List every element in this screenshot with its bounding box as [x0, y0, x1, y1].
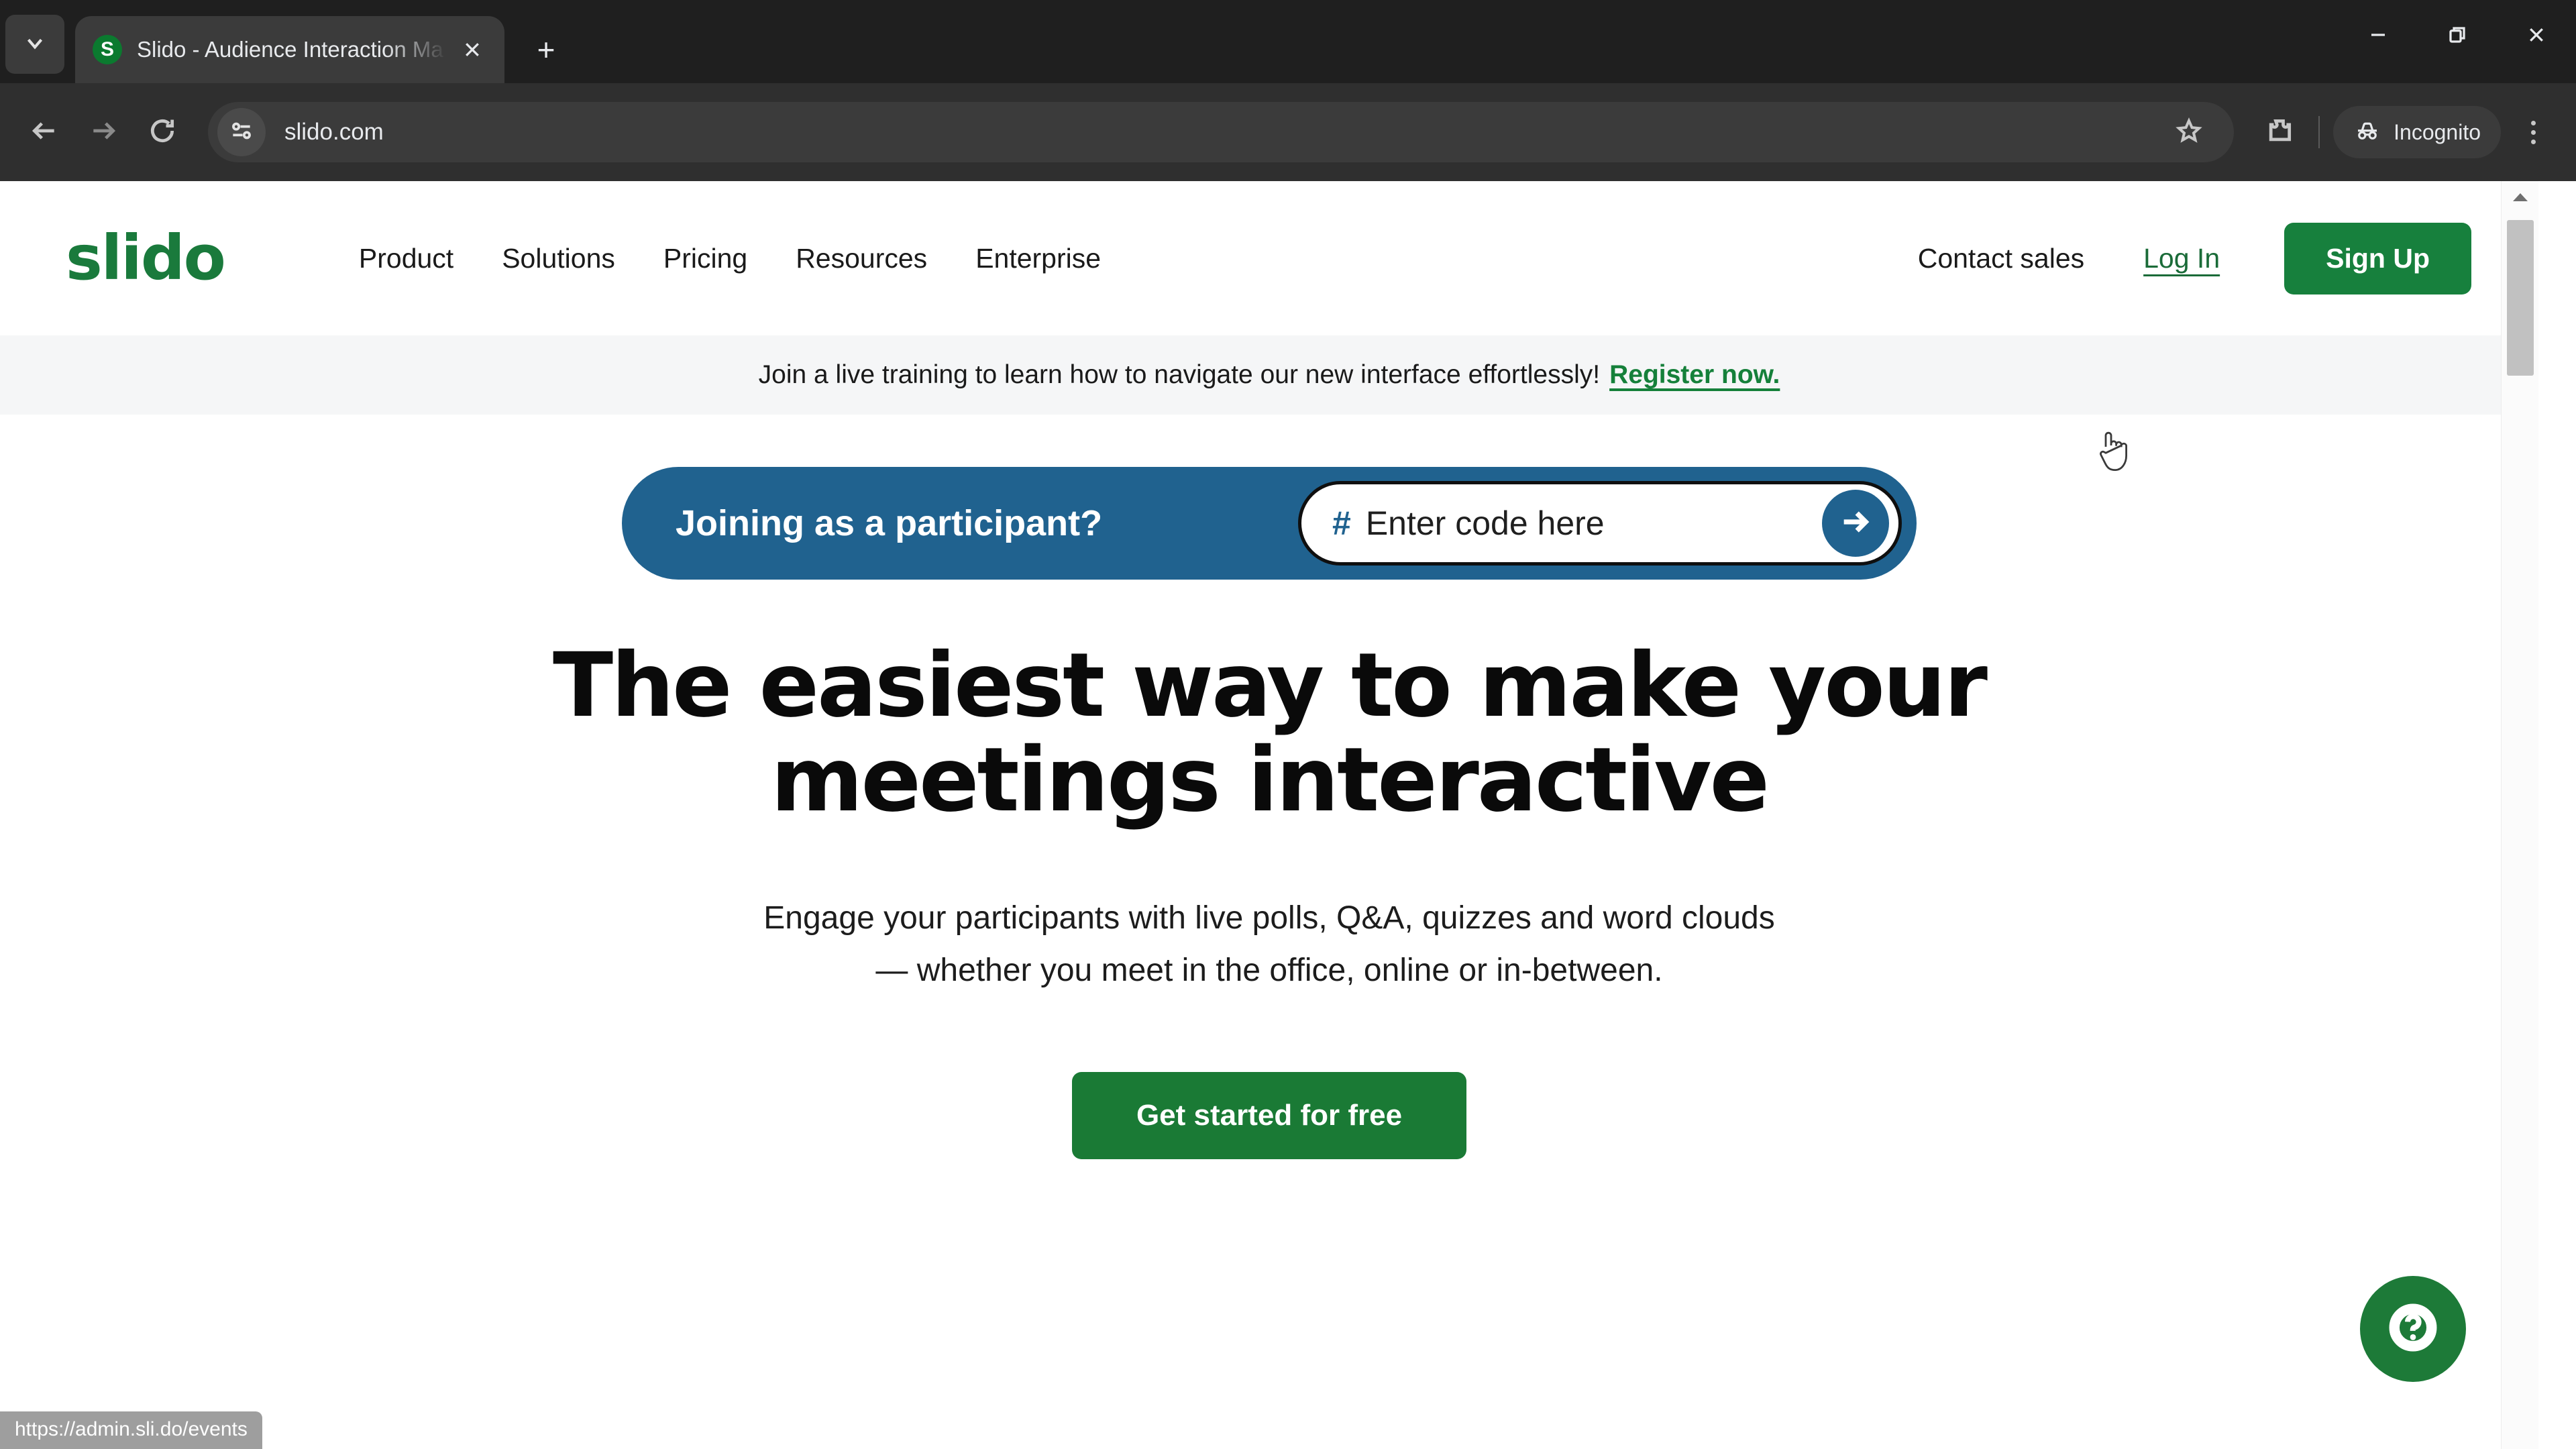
event-code-input[interactable]: # Enter code here [1298, 481, 1902, 566]
close-icon [2526, 25, 2546, 48]
bookmark-button[interactable] [2164, 107, 2214, 157]
event-code-placeholder: Enter code here [1365, 504, 1605, 542]
tab-close-button[interactable] [453, 31, 491, 68]
omnibox-actions [2164, 107, 2214, 157]
new-tab-button[interactable]: + [522, 25, 570, 74]
tab-title: Slido - Audience Interaction Ma [137, 37, 443, 62]
get-started-button[interactable]: Get started for free [1071, 1071, 1467, 1159]
minimize-button[interactable] [2339, 0, 2418, 72]
scrollbar-thumb[interactable] [2507, 220, 2534, 376]
scrollbar-up-arrow[interactable] [2502, 181, 2538, 216]
main-navigation: Product Solutions Pricing Resources Ente… [335, 243, 1125, 274]
restore-icon [2447, 25, 2467, 48]
incognito-label: Incognito [2394, 119, 2481, 144]
question-mark-circle-icon [2388, 1303, 2438, 1356]
browser-window: S Slido - Audience Interaction Ma + slid… [0, 0, 2576, 1449]
chevron-down-icon [22, 30, 48, 59]
join-submit-button[interactable] [1822, 490, 1889, 557]
page-scrollbar[interactable] [2501, 181, 2538, 1449]
url-text[interactable]: slido.com [284, 119, 2164, 146]
incognito-indicator[interactable]: Incognito [2333, 106, 2501, 158]
back-button[interactable] [15, 103, 74, 162]
tune-sliders-icon [229, 118, 254, 147]
site-settings-button[interactable] [217, 108, 266, 156]
status-bar-url: https://admin.sli.do/events [0, 1411, 262, 1449]
announcement-text: Join a live training to learn how to nav… [758, 360, 1601, 389]
kebab-dot [2530, 120, 2536, 125]
forward-button[interactable] [74, 103, 133, 162]
extensions-button[interactable] [2250, 103, 2309, 162]
site-header: slido Product Solutions Pricing Resource… [0, 181, 2538, 335]
star-icon [2176, 117, 2202, 148]
help-button[interactable] [2360, 1276, 2466, 1382]
kebab-dot [2530, 129, 2536, 135]
puzzle-piece-icon [2265, 116, 2294, 149]
hero-subheadline-line2: — whether you meet in the office, online… [875, 953, 1663, 989]
nav-item-resources[interactable]: Resources [771, 243, 951, 274]
tab-search-button[interactable] [5, 15, 64, 74]
tab-favicon: S [93, 35, 122, 64]
kebab-dot [2530, 139, 2536, 144]
hero-subheadline: Engage your participants with live polls… [763, 892, 1774, 997]
slido-logo[interactable]: slido [66, 227, 226, 289]
register-now-link[interactable]: Register now. [1609, 360, 1780, 390]
window-controls [2339, 0, 2576, 72]
nav-item-solutions[interactable]: Solutions [478, 243, 639, 274]
forward-arrow-icon [89, 116, 118, 149]
page-viewport: slido Product Solutions Pricing Resource… [0, 181, 2576, 1449]
hero-section: Joining as a participant? # Enter code h… [0, 415, 2538, 1159]
browser-menu-button[interactable] [2505, 104, 2561, 160]
close-window-button[interactable] [2497, 0, 2576, 72]
slido-landing-page: slido Product Solutions Pricing Resource… [0, 181, 2538, 1449]
join-label: Joining as a participant? [676, 503, 1103, 543]
toolbar-divider [2318, 116, 2320, 148]
arrow-right-icon [1838, 504, 1873, 543]
mouse-cursor-hand [2100, 431, 2127, 471]
maximize-button[interactable] [2418, 0, 2497, 72]
nav-item-product[interactable]: Product [335, 243, 478, 274]
back-arrow-icon [30, 116, 59, 149]
nav-item-pricing[interactable]: Pricing [639, 243, 771, 274]
browser-tab-slido[interactable]: S Slido - Audience Interaction Ma [75, 16, 504, 83]
browser-toolbar: slido.com Incognito [0, 83, 2576, 181]
announcement-banner: Join a live training to learn how to nav… [0, 335, 2538, 415]
minimize-icon [2368, 25, 2388, 48]
log-in-link[interactable]: Log In [2143, 243, 2220, 274]
hero-headline: The easiest way to make your meetings in… [553, 634, 1988, 833]
hash-icon: # [1332, 504, 1351, 542]
hero-subheadline-line1: Engage your participants with live polls… [763, 900, 1775, 936]
triangle-up-icon [2512, 192, 2529, 206]
nav-item-enterprise[interactable]: Enterprise [951, 243, 1125, 274]
contact-sales-link[interactable]: Contact sales [1918, 243, 2084, 274]
reload-button[interactable] [133, 103, 192, 162]
reload-icon [148, 116, 177, 149]
join-as-participant-bar: Joining as a participant? # Enter code h… [622, 467, 1917, 580]
sign-up-button[interactable]: Sign Up [2284, 222, 2471, 294]
incognito-spy-icon [2353, 115, 2381, 149]
header-actions: Contact sales Log In Sign Up [1918, 222, 2471, 294]
tab-strip: S Slido - Audience Interaction Ma + [0, 0, 2576, 83]
address-bar[interactable]: slido.com [208, 102, 2235, 162]
